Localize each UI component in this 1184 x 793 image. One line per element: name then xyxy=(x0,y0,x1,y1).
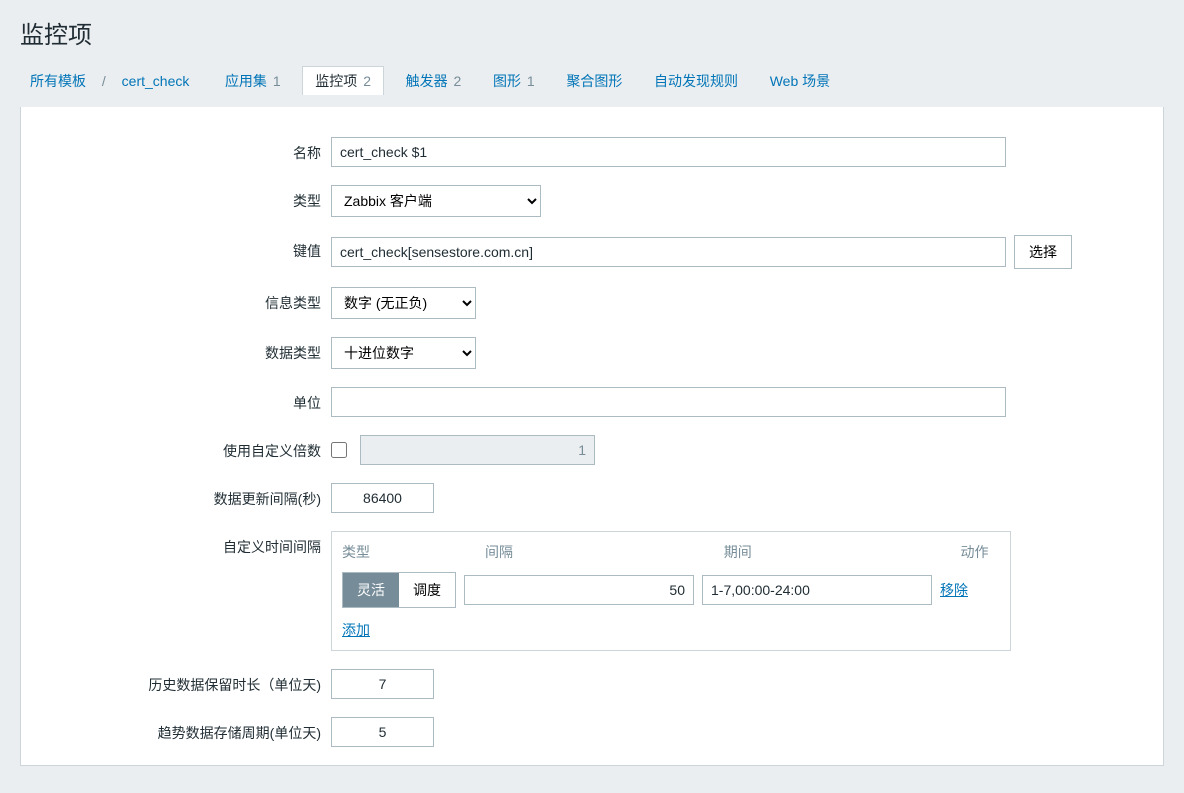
breadcrumb-nav: 所有模板 / cert_check 应用集 1 监控项 2 触发器 2 图形 1… xyxy=(0,65,1184,107)
page-title: 监控项 xyxy=(20,15,1164,50)
flexible-button[interactable]: 灵活 xyxy=(343,573,399,607)
interval-add-link[interactable]: 添加 xyxy=(342,622,370,638)
key-label: 键值 xyxy=(41,235,331,261)
nav-items-active[interactable]: 监控项 2 xyxy=(302,66,384,95)
key-input[interactable] xyxy=(331,237,1006,267)
update-interval-input[interactable] xyxy=(331,483,434,513)
scheduling-button[interactable]: 调度 xyxy=(399,573,455,607)
nav-discovery[interactable]: 自动发现规则 xyxy=(644,65,748,97)
key-select-button[interactable]: 选择 xyxy=(1014,235,1072,269)
history-input[interactable] xyxy=(331,669,434,699)
update-interval-label: 数据更新间隔(秒) xyxy=(41,483,331,509)
type-label: 类型 xyxy=(41,185,331,211)
info-type-select[interactable]: 数字 (无正负) xyxy=(331,287,476,319)
interval-remove-link[interactable]: 移除 xyxy=(940,580,968,600)
trend-label: 趋势数据存储周期(单位天) xyxy=(41,717,331,743)
trend-input[interactable] xyxy=(331,717,434,747)
data-type-label: 数据类型 xyxy=(41,337,331,363)
interval-header-period: 期间 xyxy=(724,542,961,562)
interval-value-input[interactable] xyxy=(464,575,694,605)
nav-triggers[interactable]: 触发器 2 xyxy=(396,65,472,97)
nav-graphs[interactable]: 图形 1 xyxy=(483,65,545,97)
custom-interval-label: 自定义时间间隔 xyxy=(41,531,331,557)
multiplier-input xyxy=(360,435,595,465)
interval-row: 灵活 调度 移除 xyxy=(342,572,1000,608)
name-input[interactable] xyxy=(331,137,1006,167)
form-container: 名称 类型 Zabbix 客户端 键值 选择 信息类型 数字 (无正负) 数据类… xyxy=(20,107,1164,766)
units-label: 单位 xyxy=(41,387,331,413)
nav-template-name[interactable]: cert_check xyxy=(112,67,200,95)
type-select[interactable]: Zabbix 客户端 xyxy=(331,185,541,217)
nav-screens[interactable]: 聚合图形 xyxy=(556,65,632,97)
nav-all-templates[interactable]: 所有模板 xyxy=(20,65,96,97)
name-label: 名称 xyxy=(41,137,331,163)
data-type-select[interactable]: 十进位数字 xyxy=(331,337,476,369)
interval-header-interval: 间隔 xyxy=(485,542,724,562)
history-label: 历史数据保留时长（单位天) xyxy=(41,669,331,695)
nav-web[interactable]: Web 场景 xyxy=(760,65,840,97)
info-type-label: 信息类型 xyxy=(41,287,331,313)
units-input[interactable] xyxy=(331,387,1006,417)
breadcrumb-separator: / xyxy=(100,73,108,89)
interval-header-action: 动作 xyxy=(961,542,1000,562)
interval-period-input[interactable] xyxy=(702,575,932,605)
multiplier-checkbox[interactable] xyxy=(331,442,347,458)
interval-header-type: 类型 xyxy=(342,542,485,562)
nav-applications[interactable]: 应用集 1 xyxy=(215,65,291,97)
interval-type-segmented: 灵活 调度 xyxy=(342,572,456,608)
custom-interval-table: 类型 间隔 期间 动作 灵活 调度 移除 添加 xyxy=(331,531,1011,651)
multiplier-label: 使用自定义倍数 xyxy=(41,435,331,461)
